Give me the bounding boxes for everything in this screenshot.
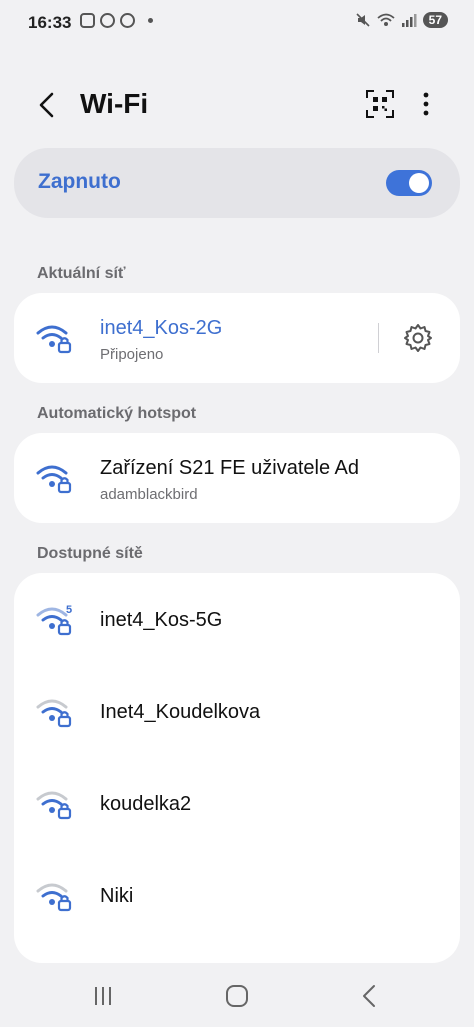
list-item[interactable]: Inet4_Koudelkova: [14, 667, 460, 757]
app-bar: Wi-Fi: [0, 70, 474, 140]
network-name: Inet4_Koudelkova: [100, 701, 261, 723]
available-networks-card: 5 inet4_Kos-5G Inet4_Koudelkova koudelka…: [14, 573, 460, 963]
notification-icons: [80, 13, 153, 28]
divider: [378, 323, 379, 353]
hotspot-card: Zařízení S21 FE uživatele Ad adamblackbi…: [14, 433, 460, 523]
section-current-network: Aktuální síť: [37, 265, 126, 282]
app-notification-icon: [100, 13, 115, 28]
more-options-icon[interactable]: [412, 88, 440, 120]
wifi-5ghz-locked-icon: 5: [36, 604, 72, 636]
list-item[interactable]: 5 inet4_Kos-5G: [14, 575, 460, 665]
status-bar: 16:33 57: [0, 0, 474, 46]
wifi-toggle-row[interactable]: Zapnuto: [14, 148, 460, 218]
more-notifications-icon: [148, 18, 153, 23]
current-network-name: inet4_Kos-2G: [100, 317, 223, 339]
page-title: Wi-Fi: [80, 88, 149, 119]
status-time: 16:33: [28, 13, 72, 32]
switch-knob: [409, 173, 429, 193]
hotspot-name: Zařízení S21 FE uživatele Ad: [100, 457, 360, 479]
network-name: koudelka2: [100, 793, 192, 815]
signal-icon: [401, 14, 417, 27]
back-button[interactable]: [30, 88, 64, 122]
network-name: Niki: [100, 885, 134, 907]
wifi-locked-icon: [36, 699, 72, 728]
qr-code-scanner-icon[interactable]: [364, 88, 396, 120]
battery-indicator: 57: [422, 12, 448, 28]
back-nav-button[interactable]: [355, 981, 385, 1011]
section-automatic-hotspot: Automatický hotspot: [37, 405, 197, 422]
recent-apps-button[interactable]: [88, 981, 118, 1011]
list-item[interactable]: Niki: [14, 851, 460, 941]
navigation-bar: [0, 965, 474, 1027]
home-button[interactable]: [222, 981, 252, 1011]
gear-icon[interactable]: [402, 322, 434, 354]
mute-icon: [356, 13, 370, 27]
wifi-toggle-label: Zapnuto: [38, 170, 121, 193]
wifi-locked-icon: [36, 465, 72, 494]
section-available-networks: Dostupné sítě: [37, 545, 143, 562]
app-notification-icon-2: [120, 13, 135, 28]
wifi-status-icon: [377, 13, 395, 26]
current-network-card: inet4_Kos-2G Připojeno: [14, 293, 460, 383]
current-network-row[interactable]: inet4_Kos-2G Připojeno: [14, 293, 460, 383]
current-network-status: Připojeno: [100, 346, 164, 363]
hotspot-row[interactable]: Zařízení S21 FE uživatele Ad adamblackbi…: [14, 433, 460, 523]
band-badge: 5: [66, 604, 72, 616]
wifi-switch[interactable]: [386, 170, 432, 196]
list-item[interactable]: koudelka2: [14, 759, 460, 849]
status-right: 57: [355, 12, 448, 28]
hotspot-subtitle: adamblackbird: [100, 486, 198, 503]
wifi-locked-icon: [36, 883, 72, 912]
wifi-locked-icon: [36, 791, 72, 820]
gallery-notification-icon: [80, 13, 95, 28]
wifi-locked-icon: [36, 325, 72, 354]
network-name: inet4_Kos-5G: [100, 609, 223, 631]
